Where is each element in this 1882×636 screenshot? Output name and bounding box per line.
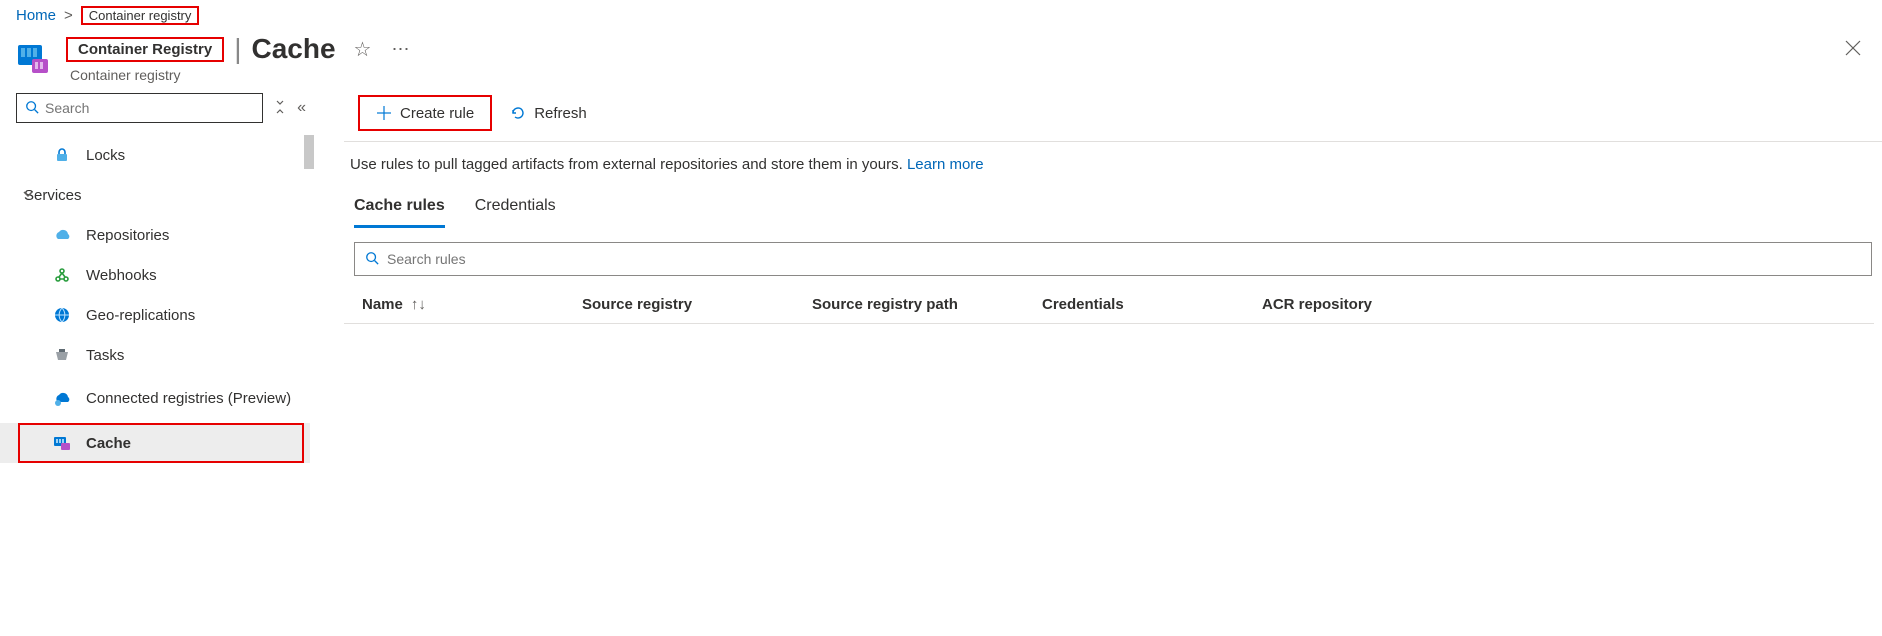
sidebar-item-label: Tasks bbox=[86, 347, 124, 364]
expand-collapse-icon[interactable] bbox=[273, 100, 287, 117]
sidebar-search-input[interactable] bbox=[45, 100, 254, 116]
globe-icon bbox=[52, 307, 72, 323]
title-separator: | bbox=[224, 33, 245, 65]
container-registry-icon bbox=[16, 39, 52, 75]
description-text: Use rules to pull tagged artifacts from … bbox=[344, 142, 1882, 191]
sidebar-item-webhooks[interactable]: Webhooks bbox=[0, 255, 310, 295]
tab-cache-rules[interactable]: Cache rules bbox=[354, 191, 445, 228]
tabs: Cache rules Credentials bbox=[344, 191, 1882, 228]
page-title: Cache bbox=[245, 33, 339, 65]
column-header-source-registry-path[interactable]: Source registry path bbox=[812, 296, 1042, 313]
plus-icon bbox=[376, 105, 392, 121]
sidebar-search[interactable] bbox=[16, 93, 263, 123]
create-rule-label: Create rule bbox=[400, 105, 474, 122]
search-icon bbox=[25, 100, 39, 117]
search-icon bbox=[365, 251, 379, 268]
content-pane: Create rule Refresh Use rules to pull ta… bbox=[320, 89, 1882, 609]
lock-icon bbox=[52, 147, 72, 163]
collapse-sidebar-icon[interactable]: « bbox=[297, 99, 306, 117]
sidebar-item-label: Connected registries (Preview) bbox=[86, 390, 291, 407]
refresh-button[interactable]: Refresh bbox=[498, 97, 599, 129]
tasks-icon bbox=[52, 348, 72, 362]
toolbar: Create rule Refresh bbox=[344, 89, 1882, 142]
sidebar: « Locks Services bbox=[0, 89, 320, 609]
sidebar-item-repositories[interactable]: Repositories bbox=[0, 215, 310, 255]
cache-icon bbox=[52, 435, 72, 451]
breadcrumb-home[interactable]: Home bbox=[16, 7, 56, 24]
column-header-source-registry[interactable]: Source registry bbox=[582, 296, 812, 313]
page-header: Container Registry | Cache ☆ ⋯ Container… bbox=[0, 29, 1882, 89]
sidebar-item-label: Geo-replications bbox=[86, 307, 195, 324]
tab-credentials[interactable]: Credentials bbox=[475, 191, 556, 228]
sidebar-section-services[interactable]: Services bbox=[0, 175, 310, 215]
highlight-box: Create rule bbox=[358, 95, 492, 131]
search-rules-input[interactable] bbox=[387, 251, 1861, 267]
more-ellipsis-icon[interactable]: ⋯ bbox=[391, 39, 411, 60]
refresh-label: Refresh bbox=[534, 105, 587, 122]
webhook-icon bbox=[52, 267, 72, 283]
chevron-down-icon bbox=[22, 188, 34, 203]
sidebar-item-locks[interactable]: Locks bbox=[0, 135, 310, 175]
sidebar-item-label: Webhooks bbox=[86, 267, 157, 284]
sidebar-nav: Locks Services Repositories Webhooks bbox=[0, 135, 310, 463]
column-header-name[interactable]: Name ↑↓ bbox=[362, 296, 582, 313]
table-header: Name ↑↓ Source registry Source registry … bbox=[344, 286, 1874, 324]
sidebar-item-cache[interactable]: Cache bbox=[0, 423, 310, 463]
sidebar-item-tasks[interactable]: Tasks bbox=[0, 335, 310, 375]
resource-type-label: Container registry bbox=[70, 67, 411, 83]
sidebar-item-label: Locks bbox=[86, 147, 125, 164]
column-header-acr-repository[interactable]: ACR repository bbox=[1262, 296, 1522, 313]
refresh-icon bbox=[510, 105, 526, 121]
close-icon[interactable] bbox=[1844, 39, 1862, 60]
sidebar-item-label: Repositories bbox=[86, 227, 169, 244]
chevron-right-icon: > bbox=[64, 7, 73, 24]
sort-icon: ↑↓ bbox=[411, 296, 426, 313]
create-rule-button[interactable]: Create rule bbox=[364, 97, 486, 129]
connected-registries-icon bbox=[52, 392, 72, 406]
column-header-credentials[interactable]: Credentials bbox=[1042, 296, 1262, 313]
sidebar-item-connected-registries[interactable]: Connected registries (Preview) bbox=[0, 375, 310, 423]
favorite-star-icon[interactable]: ☆ bbox=[354, 37, 372, 62]
sidebar-item-label: Cache bbox=[86, 435, 131, 452]
sidebar-item-geo-replications[interactable]: Geo-replications bbox=[0, 295, 310, 335]
learn-more-link[interactable]: Learn more bbox=[907, 156, 984, 173]
search-rules-box[interactable] bbox=[354, 242, 1872, 276]
cloud-icon bbox=[52, 228, 72, 242]
breadcrumb: Home > Container registry bbox=[0, 0, 1882, 29]
registry-name: Container Registry bbox=[66, 37, 224, 62]
breadcrumb-current[interactable]: Container registry bbox=[81, 6, 200, 25]
